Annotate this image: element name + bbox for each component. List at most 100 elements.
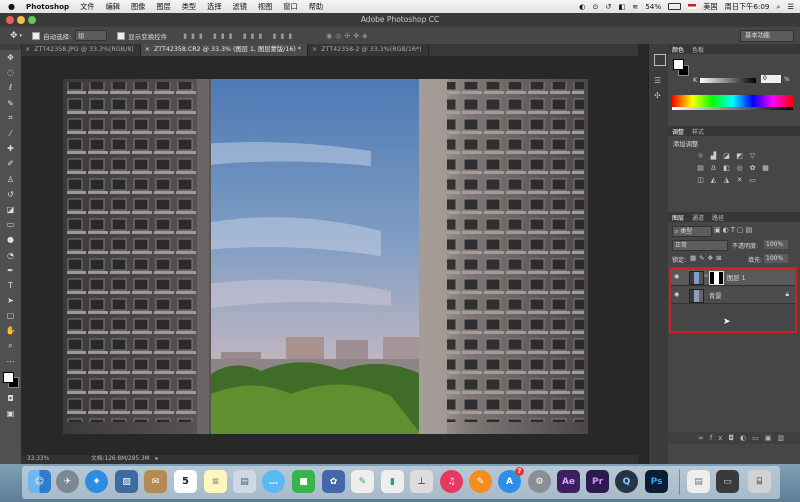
properties-panel-icon[interactable]: ☰ [654, 76, 664, 85]
status-arrow-icon[interactable]: ▸ [156, 456, 159, 462]
tab-styles[interactable]: 样式 [688, 127, 708, 136]
dropdown-arrow-icon[interactable]: ▾ [20, 33, 23, 39]
marquee-tool-icon[interactable]: ◌ [0, 65, 21, 80]
status-icon[interactable]: ◐ [579, 2, 585, 11]
dodge-tool-icon[interactable]: ◔ [0, 247, 21, 262]
quick-mask-icon[interactable]: ◘ [0, 391, 21, 406]
fill-field[interactable]: 100% [764, 254, 788, 263]
menu-layer[interactable]: 图层 [156, 2, 170, 12]
menu-edit[interactable]: 编辑 [106, 2, 120, 12]
battery-icon[interactable] [668, 3, 682, 10]
close-icon[interactable]: × [25, 46, 30, 53]
app-menu[interactable]: Photoshop [26, 2, 69, 11]
new-layer-icon[interactable]: ▣ [765, 434, 778, 442]
new-adjustment-icon[interactable]: ◐ [740, 434, 752, 442]
blur-tool-icon[interactable]: ● [0, 232, 21, 247]
levels-icon[interactable]: ▟ [709, 152, 718, 160]
k-value-field[interactable]: 0 [761, 75, 781, 83]
kind-filter-dropdown[interactable]: ⌕ 类型 [672, 226, 712, 237]
after-effects-icon[interactable]: Ae [557, 470, 580, 493]
photoshop-icon[interactable]: Ps [645, 470, 668, 493]
tab-layers[interactable]: 图层 [668, 213, 688, 222]
crop-tool-icon[interactable]: ⌗ [0, 111, 21, 126]
spectrum-mono[interactable] [672, 107, 793, 110]
input-method[interactable]: 美国 [703, 2, 717, 12]
add-mask-icon[interactable]: ◘ [728, 434, 740, 442]
new-group-icon[interactable]: ▭ [752, 434, 765, 442]
brush-tool-icon[interactable]: ✐ [0, 156, 21, 171]
system-preferences-icon[interactable]: ⚙ [528, 470, 551, 493]
tab-paths[interactable]: 路径 [708, 213, 728, 222]
eraser-tool-icon[interactable]: ◪ [0, 202, 21, 217]
bw-icon[interactable]: ◧ [722, 164, 731, 172]
pen-tool-icon[interactable]: ✒ [0, 263, 21, 278]
workspace-dropdown[interactable]: 基本功能 [740, 30, 794, 42]
selective-color-icon[interactable]: ✕ [735, 176, 744, 184]
itunes-icon[interactable]: ♫ [440, 470, 463, 493]
contacts-icon[interactable]: ✉ [144, 470, 167, 493]
photo-app-icon[interactable]: ▨ [115, 470, 138, 493]
auto-select-checkbox[interactable] [32, 31, 41, 40]
gradient-map-icon[interactable]: ▭ [748, 176, 757, 184]
menu-image[interactable]: 图像 [131, 2, 145, 12]
filter-icons[interactable]: ▣◐T▢▤ [714, 226, 754, 234]
hue-sat-icon[interactable]: ▤ [696, 164, 705, 172]
tab-document-2[interactable]: × ZTT42358.CR2 @ 33.3% (图层 1, 图层蒙版/16) * [140, 44, 308, 56]
document-image[interactable] [21, 56, 638, 455]
facetime-icon[interactable]: ■ [292, 470, 315, 493]
menu-help[interactable]: 帮助 [309, 2, 323, 12]
history-panel-icon[interactable] [654, 54, 666, 66]
invert-icon[interactable]: ◫ [696, 176, 705, 184]
menu-view[interactable]: 视图 [258, 2, 272, 12]
list-icon[interactable]: ☰ [788, 2, 794, 11]
foreground-color[interactable] [3, 371, 14, 383]
color-balance-icon[interactable]: ♎ [709, 164, 718, 172]
status-icon[interactable]: ◧ [618, 2, 625, 11]
move-tool-icon[interactable]: ✥ [0, 50, 21, 65]
zoom-tool-icon[interactable]: ⌕ [0, 339, 21, 354]
opacity-field[interactable]: 100% [764, 240, 788, 249]
menu-file[interactable]: 文件 [80, 2, 94, 12]
tool-presets-icon[interactable]: ✣ [654, 91, 664, 100]
fg-color-swatch[interactable] [673, 59, 684, 70]
auto-select-dropdown[interactable]: 组 [75, 30, 108, 41]
ibooks-icon[interactable]: ✎ [469, 470, 492, 493]
tab-swatches[interactable]: 色板 [688, 45, 708, 54]
photos-icon[interactable]: ✿ [322, 470, 345, 493]
3d-mode-label[interactable]: ◉◎✣✥◈ [326, 32, 370, 40]
eyedropper-tool-icon[interactable]: ⁄ [0, 126, 21, 141]
preview-icon[interactable]: ▤ [233, 470, 256, 493]
safari-icon[interactable]: ✷ [85, 470, 108, 493]
healing-brush-tool-icon[interactable]: ✚ [0, 141, 21, 156]
lasso-tool-icon[interactable]: ℓ [0, 80, 21, 95]
menu-type[interactable]: 类型 [182, 2, 196, 12]
color-spectrum[interactable] [672, 95, 793, 107]
folder-stack-icon[interactable]: ▭ [716, 470, 739, 493]
swatches[interactable] [0, 369, 21, 391]
history-brush-tool-icon[interactable]: ↺ [0, 187, 21, 202]
finder-icon[interactable]: ☺ [28, 470, 51, 493]
close-icon[interactable]: × [312, 46, 317, 53]
edit-toolbar-icon[interactable]: ⋯ [0, 354, 21, 369]
exposure-icon[interactable]: ◩ [735, 152, 744, 160]
menu-filter[interactable]: 滤镜 [233, 2, 247, 12]
keynote-icon[interactable]: ⊥ [410, 470, 433, 493]
canvas-area[interactable] [21, 56, 638, 455]
clone-stamp-tool-icon[interactable]: ♙ [0, 172, 21, 187]
menu-select[interactable]: 选择 [207, 2, 221, 12]
tab-adjustments[interactable]: 调整 [668, 127, 688, 136]
tab-document-1[interactable]: × ZTT42358.JPG @ 33.3%(RGB/8) [21, 44, 141, 56]
link-layers-icon[interactable]: ∞ [698, 434, 710, 442]
channel-mixer-icon[interactable]: ✿ [748, 164, 757, 172]
move-tool-preset-icon[interactable]: ✥ [10, 31, 18, 41]
screen-mode-icon[interactable]: ▣ [0, 406, 21, 421]
blend-mode-dropdown[interactable]: 正常 [672, 240, 728, 251]
path-select-tool-icon[interactable]: ➤ [0, 293, 21, 308]
threshold-icon[interactable]: ◮ [722, 176, 731, 184]
brightness-icon[interactable]: ☼ [696, 152, 705, 160]
trash-icon[interactable]: ⌸ [748, 470, 771, 493]
posterize-icon[interactable]: ◭ [709, 176, 718, 184]
trash-icon[interactable]: ▥ [777, 434, 790, 442]
tab-document-3[interactable]: × ZTT42358-2 @ 33.3%(RGB/16*) [307, 44, 429, 56]
quick-select-tool-icon[interactable]: ✎ [0, 96, 21, 111]
